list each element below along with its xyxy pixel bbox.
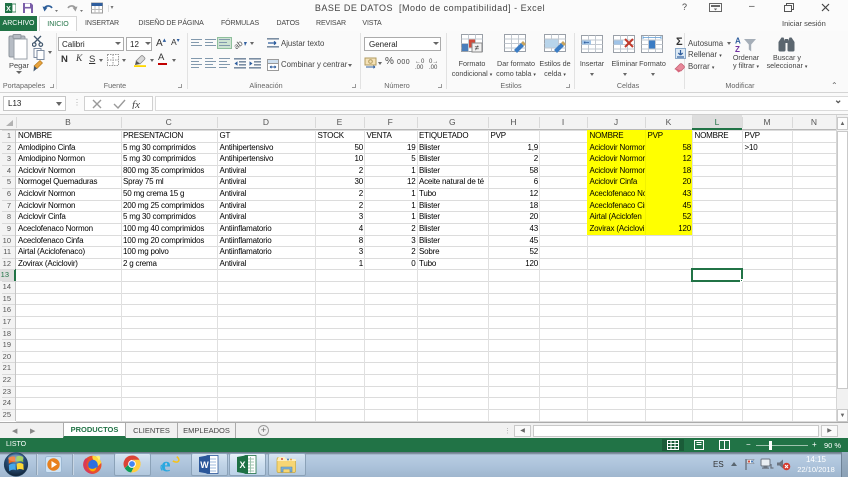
svg-text:fx: fx: [132, 99, 140, 109]
svg-text:e: e: [161, 454, 170, 475]
svg-text:.00: .00: [429, 65, 438, 69]
svg-text:≠: ≠: [475, 44, 480, 53]
svg-text:.00: .00: [415, 65, 424, 69]
svg-text:W: W: [200, 460, 209, 470]
svg-text:X: X: [239, 460, 245, 470]
svg-text:ab: ab: [234, 38, 245, 50]
svg-text:Z: Z: [735, 45, 740, 52]
